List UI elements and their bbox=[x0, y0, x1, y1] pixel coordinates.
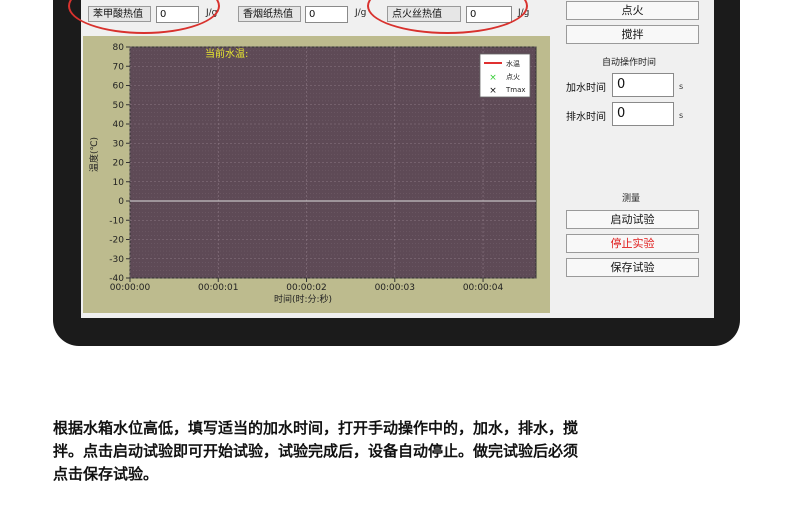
y-tick-label: -20 bbox=[109, 236, 124, 246]
drain-input[interactable]: 0 bbox=[612, 102, 674, 126]
x-tick-label: 00:00:04 bbox=[463, 283, 504, 293]
y-tick-label: -10 bbox=[109, 216, 124, 226]
x-tick-label: 00:00:02 bbox=[286, 283, 326, 293]
instruction-caption: 根据水箱水位高低，填写适当的加水时间，打开手动操作中的，加水，排水，搅 拌。点击… bbox=[53, 417, 743, 486]
legend-label: Tmax bbox=[505, 86, 526, 94]
chart-panel: 80 70 60 50 40 30 20 10 0 -10 -20 -30 -40 00:00:00 00:… bbox=[83, 36, 550, 313]
add-water-unit: s bbox=[679, 82, 684, 91]
measure-title: 测量 bbox=[622, 194, 641, 204]
y-tick-label: 60 bbox=[113, 82, 125, 92]
auto-operation-title: 自动操作时间 bbox=[602, 58, 657, 68]
save-test-button[interactable]: 保存试验 bbox=[566, 258, 699, 277]
cigarette-paper-unit: J/g bbox=[355, 8, 367, 18]
caption-line: 拌。点击启动试验即可开始试验，试验完成后，设备自动停止。做完试验后必须 bbox=[53, 442, 579, 460]
y-tick-label: 20 bbox=[113, 159, 125, 169]
x-axis-label: 时间(时:分:秒) bbox=[274, 293, 332, 305]
legend-marker: × bbox=[489, 86, 497, 96]
start-test-button[interactable]: 启动试验 bbox=[566, 210, 699, 229]
x-tick-label: 00:00:03 bbox=[375, 283, 415, 293]
y-tick-label: 10 bbox=[113, 178, 125, 188]
legend-label: 点火 bbox=[506, 73, 520, 81]
temperature-chart: 80706050403020100-10-20-30-4000:00:00 00:… bbox=[88, 43, 537, 305]
y-tick-label: 30 bbox=[113, 139, 125, 149]
x-tick-label: 00:00:01 bbox=[198, 283, 238, 293]
ignite-button[interactable]: 点火 bbox=[566, 1, 699, 20]
y-tick-label: 80 bbox=[113, 43, 125, 53]
stop-test-button[interactable]: 停止实验 bbox=[566, 234, 699, 253]
y-axis-label: 温度(℃) bbox=[88, 137, 100, 172]
y-tick-label: -30 bbox=[109, 255, 124, 265]
caption-line: 根据水箱水位高低，填写适当的加水时间，打开手动操作中的，加水，排水，搅 bbox=[53, 419, 579, 437]
x-tick-label: 00:00:00 bbox=[110, 283, 151, 293]
y-tick-label: 40 bbox=[113, 120, 125, 130]
cigarette-paper-label: 香烟纸热值 bbox=[238, 6, 301, 22]
y-tick-label: 70 bbox=[113, 62, 125, 72]
drain-label: 排水时间 bbox=[566, 112, 606, 123]
legend-marker: × bbox=[489, 73, 497, 83]
caption-line: 点击保存试验。 bbox=[53, 465, 159, 483]
current-temperature-annotation: 当前水温: bbox=[205, 47, 248, 60]
y-tick-label: 0 bbox=[118, 197, 124, 207]
cigarette-paper-input[interactable]: 0 bbox=[305, 6, 348, 23]
stir-button[interactable]: 搅拌 bbox=[566, 25, 699, 44]
drain-unit: s bbox=[679, 111, 684, 120]
y-tick-label: 50 bbox=[113, 101, 125, 111]
legend-label: 水温 bbox=[506, 59, 520, 68]
add-water-input[interactable]: 0 bbox=[612, 73, 674, 97]
add-water-label: 加水时间 bbox=[566, 83, 606, 94]
